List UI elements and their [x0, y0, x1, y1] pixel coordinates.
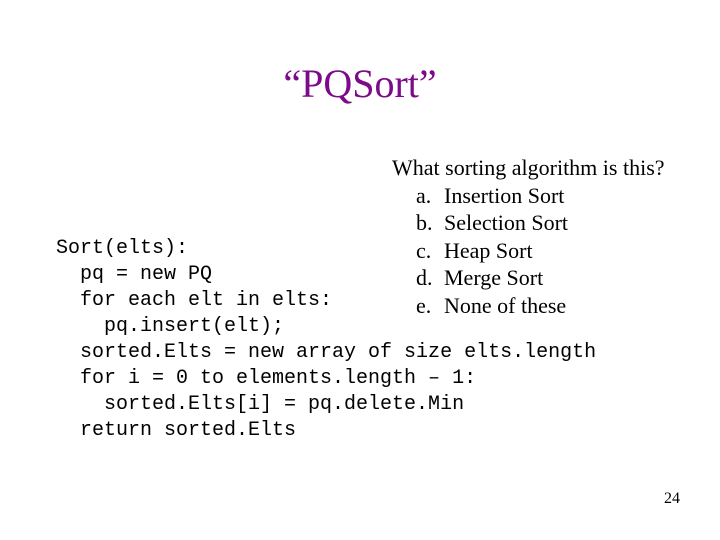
- code-line: pq = new PQ: [56, 263, 212, 286]
- code-line: pq.insert(elt);: [56, 315, 284, 338]
- code-line: return sorted.Elts: [56, 419, 296, 442]
- code-line: Sort(elts):: [56, 237, 188, 260]
- option-label: Insertion Sort: [444, 183, 564, 208]
- option-marker: a.: [416, 182, 440, 210]
- code-line: sorted.Elts = new array of size elts.len…: [56, 341, 596, 364]
- option-a: a. Insertion Sort: [416, 182, 665, 210]
- question-prompt: What sorting algorithm is this?: [392, 154, 665, 182]
- code-line: sorted.Elts[i] = pq.delete.Min: [56, 393, 464, 416]
- slide-title: “PQSort”: [0, 60, 720, 107]
- code-block: Sort(elts): pq = new PQ for each elt in …: [56, 210, 596, 444]
- page-number: 24: [664, 490, 680, 508]
- code-line: for each elt in elts:: [56, 289, 332, 312]
- slide: “PQSort” What sorting algorithm is this?…: [0, 0, 720, 540]
- code-line: for i = 0 to elements.length – 1:: [56, 367, 476, 390]
